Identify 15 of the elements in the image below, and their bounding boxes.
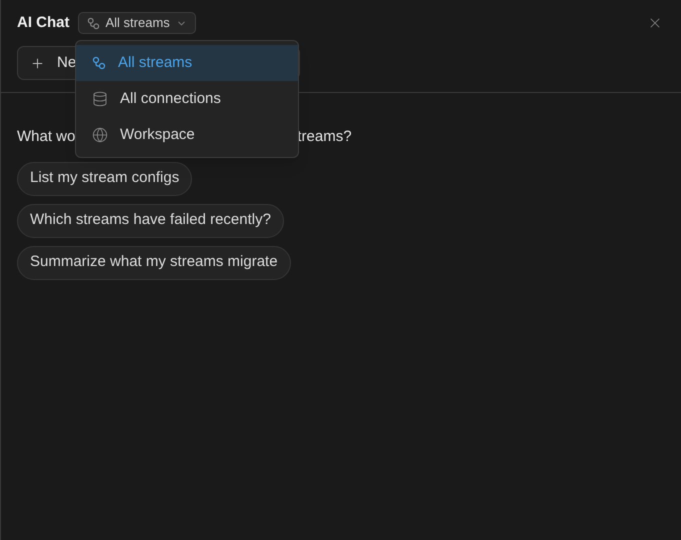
- database-icon: [92, 91, 108, 107]
- menu-item[interactable]: Workspace: [76, 117, 298, 153]
- panel-title: AI Chat: [17, 12, 70, 33]
- suggestion-chip[interactable]: List my stream configs: [17, 162, 192, 196]
- suggestion-chip[interactable]: Summarize what my streams migrate: [17, 246, 291, 280]
- menu-item[interactable]: All connections: [76, 81, 298, 117]
- question-text: treams?: [297, 127, 352, 147]
- nodes-icon: [92, 56, 106, 70]
- scope-selector[interactable]: All streams: [78, 12, 196, 34]
- question-text: What wo: [17, 127, 76, 147]
- plus-icon: [30, 56, 45, 70]
- nodes-icon: [86, 16, 100, 30]
- menu-item[interactable]: All streams: [76, 45, 298, 81]
- globe-icon: [92, 127, 108, 143]
- suggestion-chip[interactable]: Which streams have failed recently?: [17, 204, 284, 238]
